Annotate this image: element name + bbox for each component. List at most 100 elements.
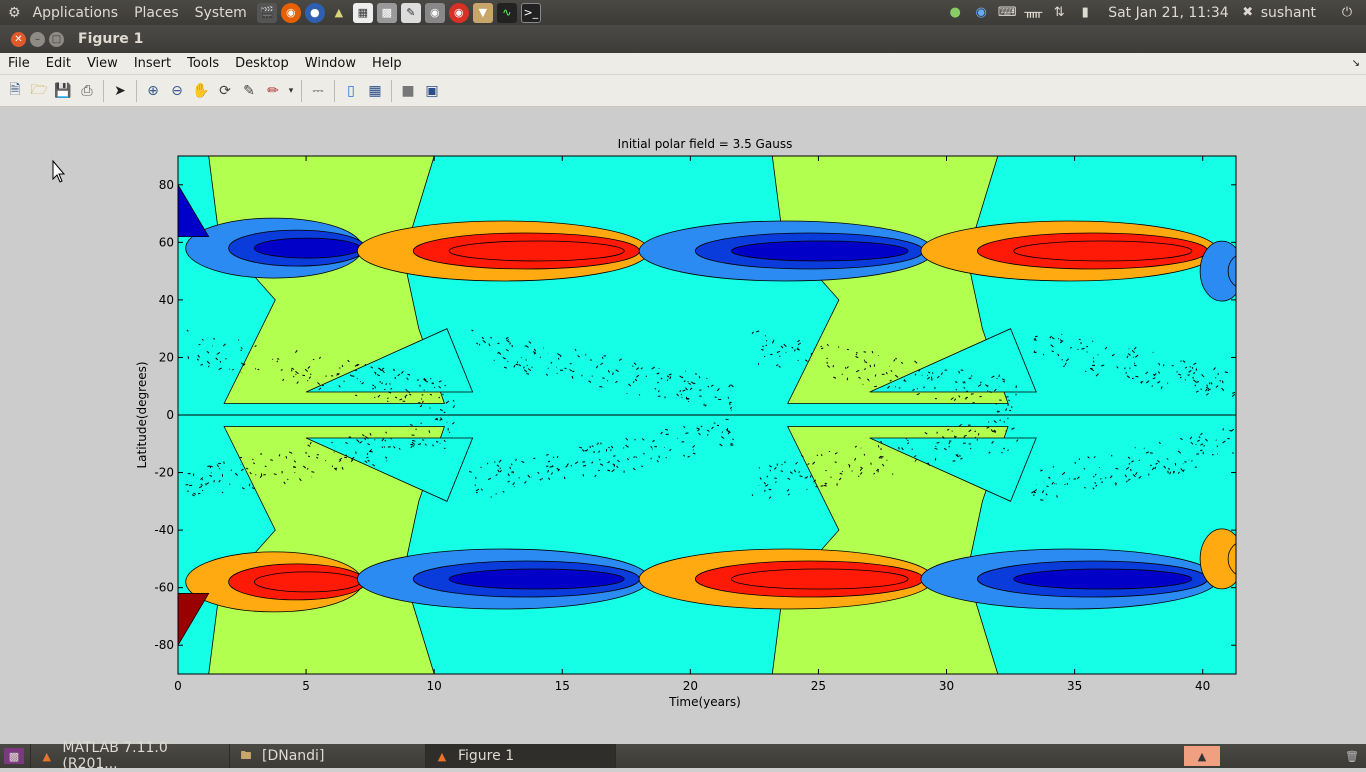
network-monitor-icon[interactable]: ▦	[352, 2, 373, 23]
figure-menubar: File Edit View Insert Tools Desktop Wind…	[0, 53, 1366, 75]
menu-help[interactable]: Help	[364, 53, 410, 75]
polar-band-core	[253, 237, 361, 259]
x-tick-label: 10	[427, 679, 442, 693]
chrome-icon[interactable]: ◉	[448, 2, 469, 23]
folder-icon: 🖿	[240, 748, 252, 762]
close-button[interactable]: ✕	[11, 31, 26, 47]
figure-toolbar: 🗎 🗁 💾 ⎙ ➤ ⊕ ⊖ ✋ ⟳ ✎ ✏ ▾ ⎓ ▯ ▦ ■ ▣	[0, 75, 1366, 107]
task-matlab[interactable]: ▲ MATLAB 7.11.0 (R201...	[30, 740, 230, 772]
legend-icon[interactable]: ▦	[364, 80, 386, 102]
contour-plot: 0 5 10 15 20 25 30 35 40 -80 -60 -40 -20 0 20 40 60 80 In…	[52, 137, 1237, 709]
x-tick-label: 35	[1067, 679, 1082, 693]
mouse-cursor-icon	[52, 159, 66, 183]
menu-tools[interactable]: Tools	[179, 53, 227, 75]
polar-band-core	[1013, 240, 1193, 262]
ubuntu-logo-icon[interactable]: ⚙	[0, 0, 25, 25]
plot-title: Initial polar field = 3.5 Gauss	[618, 137, 793, 151]
terminal-icon[interactable]: >_	[520, 2, 541, 23]
system-menu[interactable]: System	[187, 0, 255, 25]
x-tick-label: 30	[939, 679, 954, 693]
link-plot-icon[interactable]: ⎓	[307, 80, 329, 102]
menu-insert[interactable]: Insert	[126, 53, 179, 75]
open-file-icon[interactable]: 🗁	[28, 80, 50, 102]
x-tick-label: 25	[811, 679, 826, 693]
task-label: MATLAB 7.11.0 (R201...	[62, 740, 168, 772]
polar-band-outer	[1199, 240, 1236, 302]
battery-icon[interactable]: ▮	[1076, 4, 1094, 22]
toolbar-separator	[301, 79, 302, 102]
text-editor-icon[interactable]: ✎	[400, 2, 421, 23]
polar-band-core	[1013, 568, 1193, 590]
calculator-icon[interactable]: ▩	[376, 2, 397, 23]
menu-window[interactable]: Window	[297, 53, 364, 75]
menubar-arrow-icon[interactable]: ↘	[1352, 58, 1360, 69]
y-tick-label: -60	[154, 581, 174, 595]
y-tick-label: -40	[154, 523, 174, 537]
clock[interactable]: Sat Jan 21, 11:34	[1108, 5, 1229, 21]
network-transfer-icon[interactable]: ⇅	[1050, 4, 1068, 22]
places-menu[interactable]: Places	[126, 0, 187, 25]
maximize-button[interactable]: □	[49, 31, 64, 47]
polar-band-core	[253, 571, 361, 593]
window-titlebar[interactable]: ✕ – □ Figure 1	[0, 25, 1366, 53]
matlab-figure-icon: ▲	[437, 749, 447, 763]
x-tick-label: 0	[174, 679, 182, 693]
task-figure[interactable]: ▲ Figure 1	[426, 744, 616, 768]
y-tick-label: 80	[159, 178, 174, 192]
system-monitor-icon[interactable]: ∿	[496, 2, 517, 23]
print-icon[interactable]: ⎙	[76, 80, 98, 102]
update-icon[interactable]: ●	[946, 4, 964, 22]
task-label: Figure 1	[458, 748, 515, 764]
x-axis-label: Time(years)	[668, 695, 741, 709]
rotate-3d-icon[interactable]: ⟳	[214, 80, 236, 102]
workspace-switcher-icon[interactable]: ▲	[1184, 746, 1220, 766]
x-tick-label: 40	[1195, 679, 1210, 693]
menu-view[interactable]: View	[79, 53, 126, 75]
menu-edit[interactable]: Edit	[38, 53, 79, 75]
polar-band-core	[730, 568, 909, 590]
power-icon[interactable]: ⏻	[1338, 4, 1356, 22]
user-icon[interactable]: ✖	[1239, 4, 1257, 22]
pan-hand-icon[interactable]: ✋	[190, 80, 212, 102]
data-cursor-icon[interactable]: ✎	[238, 80, 260, 102]
minimize-button[interactable]: –	[30, 31, 45, 47]
applications-menu[interactable]: Applications	[25, 0, 127, 25]
zoom-out-icon[interactable]: ⊖	[166, 80, 188, 102]
show-desktop-icon[interactable]: ▩	[4, 748, 24, 764]
trash-icon[interactable]: 🗑	[1344, 748, 1360, 764]
bottom-taskbar: ▩ ▲ MATLAB 7.11.0 (R201... 🖿 [DNandi] ▲ …	[0, 740, 1366, 772]
task-folder[interactable]: 🖿 [DNandi]	[230, 744, 426, 768]
hide-plot-tools-icon[interactable]: ■	[397, 80, 419, 102]
camera-icon[interactable]: ◉	[424, 2, 445, 23]
edit-plot-arrow-icon[interactable]: ➤	[109, 80, 131, 102]
show-plot-tools-icon[interactable]: ▣	[421, 80, 443, 102]
menu-desktop[interactable]: Desktop	[227, 53, 297, 75]
keyboard-icon[interactable]: ⌨	[998, 4, 1017, 22]
top-panel: ⚙ Applications Places System 🎬 ◉ ● ▲ ▦ ▩…	[0, 0, 1366, 25]
task-label: [DNandi]	[262, 748, 325, 764]
network-globe-icon[interactable]: ◉	[972, 4, 990, 22]
save-icon[interactable]: 💾	[52, 80, 74, 102]
y-axis-label: Latitude(degrees)	[135, 361, 149, 468]
archive-icon[interactable]: ▼	[472, 2, 493, 23]
colorbar-icon[interactable]: ▯	[340, 80, 362, 102]
matlab-icon: ▲	[42, 749, 51, 763]
y-tick-label: 60	[159, 235, 174, 249]
clapper-icon[interactable]: 🎬	[256, 2, 277, 23]
polar-band-core	[448, 568, 625, 590]
brush-icon[interactable]: ✏	[262, 80, 284, 102]
toolbar-separator	[334, 79, 335, 102]
browser-globe-icon[interactable]: ●	[304, 2, 325, 23]
user-name[interactable]: sushant	[1261, 5, 1316, 21]
onion-icon[interactable]: ▲	[329, 3, 349, 23]
window-title: Figure 1	[78, 31, 144, 47]
new-figure-icon[interactable]: 🗎	[4, 80, 26, 102]
bluetooth-icon[interactable]: ᚅ	[1024, 4, 1042, 22]
brush-dropdown-icon[interactable]: ▾	[286, 80, 296, 102]
zoom-in-icon[interactable]: ⊕	[142, 80, 164, 102]
menu-file[interactable]: File	[0, 53, 38, 75]
y-tick-label: 0	[166, 408, 174, 422]
toolbar-separator	[103, 79, 104, 102]
firefox-icon[interactable]: ◉	[280, 2, 301, 23]
polar-band-core	[730, 240, 909, 262]
